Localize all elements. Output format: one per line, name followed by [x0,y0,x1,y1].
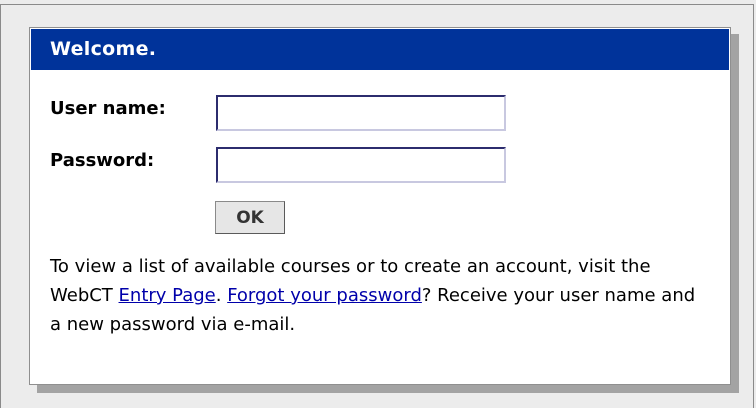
forgot-password-link[interactable]: Forgot your password [227,285,422,306]
username-label: User name: [50,98,166,119]
password-label: Password: [50,150,155,171]
username-input[interactable] [216,95,506,131]
panel-title: Welcome. [31,29,729,70]
info-text: To view a list of available courses or t… [50,252,710,339]
info-text-middle: . [215,285,228,306]
entry-page-link[interactable]: Entry Page [119,285,216,306]
login-page: Welcome. User name: Password: OK To view… [0,0,756,408]
ok-button[interactable]: OK [215,201,285,234]
login-panel: Welcome. User name: Password: OK To view… [29,27,731,385]
password-input[interactable] [216,147,506,183]
